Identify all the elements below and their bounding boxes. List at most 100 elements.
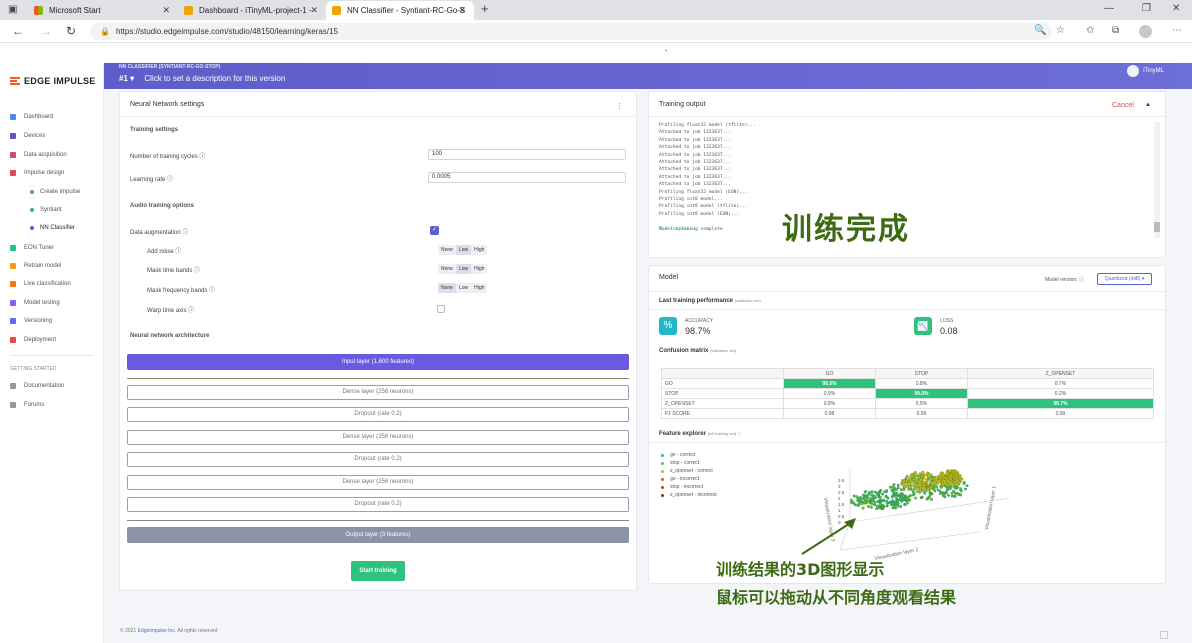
url-field[interactable]: 🔒 https://studio.edgeimpulse.com/studio/…	[90, 23, 1052, 40]
option-none[interactable]: None	[438, 283, 456, 293]
add-noise-label: Add noise ⓘ	[147, 249, 182, 255]
feature-point	[965, 484, 969, 488]
nav-icon	[10, 170, 16, 176]
start-training-button[interactable]: Start training	[351, 561, 405, 581]
input-layer[interactable]: Input layer (1,600 features)	[127, 354, 629, 370]
sidebar-item-live-classification[interactable]: Live classification	[10, 281, 71, 287]
sidebar-item-versioning[interactable]: Versioning	[10, 318, 52, 324]
feature-point	[905, 476, 908, 479]
sidebar-item-devices[interactable]: Devices	[10, 133, 45, 139]
training-cycles-input[interactable]: 100	[428, 149, 626, 160]
nav-icon	[10, 245, 16, 251]
mask-freq-selector[interactable]: None Low High	[438, 283, 488, 293]
option-high[interactable]: High	[471, 264, 487, 274]
feature-point	[894, 506, 897, 510]
augmentation-checkbox[interactable]: ✓	[430, 226, 439, 235]
output-layer[interactable]: Output layer (3 features)	[127, 527, 629, 543]
browser-tab-bar: ▣ Microsoft Start ✕ Dashboard - iTinyML-…	[0, 0, 1192, 20]
legend-item[interactable]: z_openset - correct	[661, 468, 713, 474]
sidebar-item-impulse-design[interactable]: Impulse design	[10, 170, 64, 176]
sidebar-item-documentation[interactable]: Documentation	[10, 383, 64, 389]
warp-time-checkbox[interactable]	[437, 305, 445, 313]
option-low[interactable]: Low	[455, 245, 472, 255]
model-version-select[interactable]: Quantized (int8) ▾	[1097, 273, 1152, 285]
edge-impulse-logo[interactable]: EDGE IMPULSE	[10, 76, 96, 86]
legend-dot	[661, 493, 664, 497]
log-scrollbar[interactable]	[1154, 122, 1160, 238]
dense-layer[interactable]: Dense layer (256 neurons)	[127, 430, 629, 445]
option-low[interactable]: Low	[456, 283, 471, 293]
forward-icon[interactable]: →	[40, 24, 52, 38]
maximize-icon[interactable]: ❐	[1142, 3, 1151, 14]
back-icon[interactable]: ←	[12, 24, 24, 38]
favorites-icon[interactable]: ✩	[1086, 25, 1094, 36]
tab-microsoft-start[interactable]: Microsoft Start ✕	[28, 1, 178, 20]
option-none[interactable]: None	[438, 264, 456, 274]
footer: © 2021 EdgeImpulse Inc. All rights reser…	[120, 628, 217, 634]
url-text: https://studio.edgeimpulse.com/studio/48…	[116, 27, 338, 36]
refresh-icon[interactable]: ↻	[66, 24, 76, 38]
add-noise-selector[interactable]: None Low High	[438, 245, 488, 255]
version-dropdown[interactable]: #1 ▾	[119, 74, 134, 83]
profile-avatar[interactable]	[1139, 25, 1152, 38]
close-icon[interactable]: ✕	[162, 5, 170, 16]
tab-actions-icon[interactable]: ▣	[8, 4, 17, 15]
legend-item[interactable]: stop - correct	[661, 460, 699, 466]
legend-item[interactable]: stop - incorrect	[661, 484, 703, 490]
dense-layer[interactable]: Dense layer (256 neurons)	[127, 385, 629, 400]
option-high[interactable]: High	[471, 245, 487, 255]
version-description[interactable]: Click to set a description for this vers…	[144, 74, 285, 83]
feature-point	[869, 496, 872, 500]
feature-point	[911, 493, 915, 497]
version-selector[interactable]: #1 ▾ Click to set a description for this…	[119, 74, 285, 83]
mask-time-selector[interactable]: None Low High	[438, 264, 488, 274]
feature-point	[908, 494, 912, 498]
close-icon[interactable]: ✕	[310, 5, 318, 16]
legend-item[interactable]: go - correct	[661, 452, 695, 458]
tab-nn-classifier[interactable]: NN Classifier - Syntiant-RC-Go-S ✕	[326, 1, 474, 20]
dropout-layer[interactable]: Dropout (rate 0.2)	[127, 452, 629, 467]
option-low[interactable]: Low	[455, 264, 472, 274]
sidebar-item-model-testing[interactable]: Model testing	[10, 300, 60, 306]
close-icon[interactable]: ✕	[458, 5, 466, 16]
scrollbar-thumb[interactable]	[1154, 222, 1160, 232]
sidebar-item-retrain-model[interactable]: Retrain model	[10, 263, 61, 269]
feature-point	[856, 504, 860, 507]
zoom-icon[interactable]: 🔍	[1034, 25, 1046, 36]
sidebar: EDGE IMPULSE	[0, 63, 104, 643]
option-high[interactable]: High	[471, 283, 487, 293]
collapse-icon[interactable]: ▲	[1145, 102, 1151, 108]
dropout-layer[interactable]: Dropout (rate 0.2)	[127, 407, 629, 422]
collections-icon[interactable]: ⧉	[1112, 25, 1119, 36]
feature-point	[875, 493, 879, 496]
footer-brand-link[interactable]: EdgeImpulse Inc.	[138, 628, 177, 634]
learning-rate-input[interactable]: 0.0005	[428, 172, 626, 183]
sidebar-item-nn-classifier[interactable]: NN Classifier	[30, 225, 75, 231]
minimize-icon[interactable]: —	[1104, 3, 1114, 14]
feature-point	[915, 490, 919, 493]
sidebar-item-dashboard[interactable]: Dashboard	[10, 114, 53, 120]
feature-point	[855, 495, 859, 499]
user-menu[interactable]: iTinyML	[1127, 65, 1164, 77]
tab-dashboard[interactable]: Dashboard - iTinyML-project-1 - ✕	[178, 1, 326, 20]
favorite-add-icon[interactable]: ☆	[1056, 25, 1065, 36]
more-icon[interactable]: ⋯	[1172, 25, 1182, 36]
edge-impulse-icon	[332, 6, 341, 15]
sidebar-item-forums[interactable]: Forums	[10, 402, 44, 408]
sidebar-item-label: Versioning	[24, 318, 53, 324]
sidebar-item-eon-tuner[interactable]: EON Tuner	[10, 245, 54, 251]
cancel-button[interactable]: Cancel	[1112, 102, 1134, 109]
sidebar-item-deployment[interactable]: Deployment	[10, 337, 56, 343]
legend-item[interactable]: go - incorrect	[661, 476, 699, 482]
option-none[interactable]: None	[438, 245, 456, 255]
sidebar-item-create-impulse[interactable]: Create impulse	[30, 189, 80, 195]
legend-item[interactable]: z_openset - incorrect	[661, 492, 717, 498]
new-tab-button[interactable]: +	[481, 1, 489, 16]
dropout-layer[interactable]: Dropout (rate 0.2)	[127, 497, 629, 512]
close-window-icon[interactable]: ✕	[1172, 3, 1180, 14]
sidebar-item-data-acquisition[interactable]: Data acquisition	[10, 152, 67, 158]
divider	[127, 378, 629, 379]
sidebar-item-syntiant[interactable]: Syntiant	[30, 207, 62, 213]
dense-layer[interactable]: Dense layer (256 neurons)	[127, 475, 629, 490]
kebab-menu-icon[interactable]: ⋮	[616, 102, 623, 110]
